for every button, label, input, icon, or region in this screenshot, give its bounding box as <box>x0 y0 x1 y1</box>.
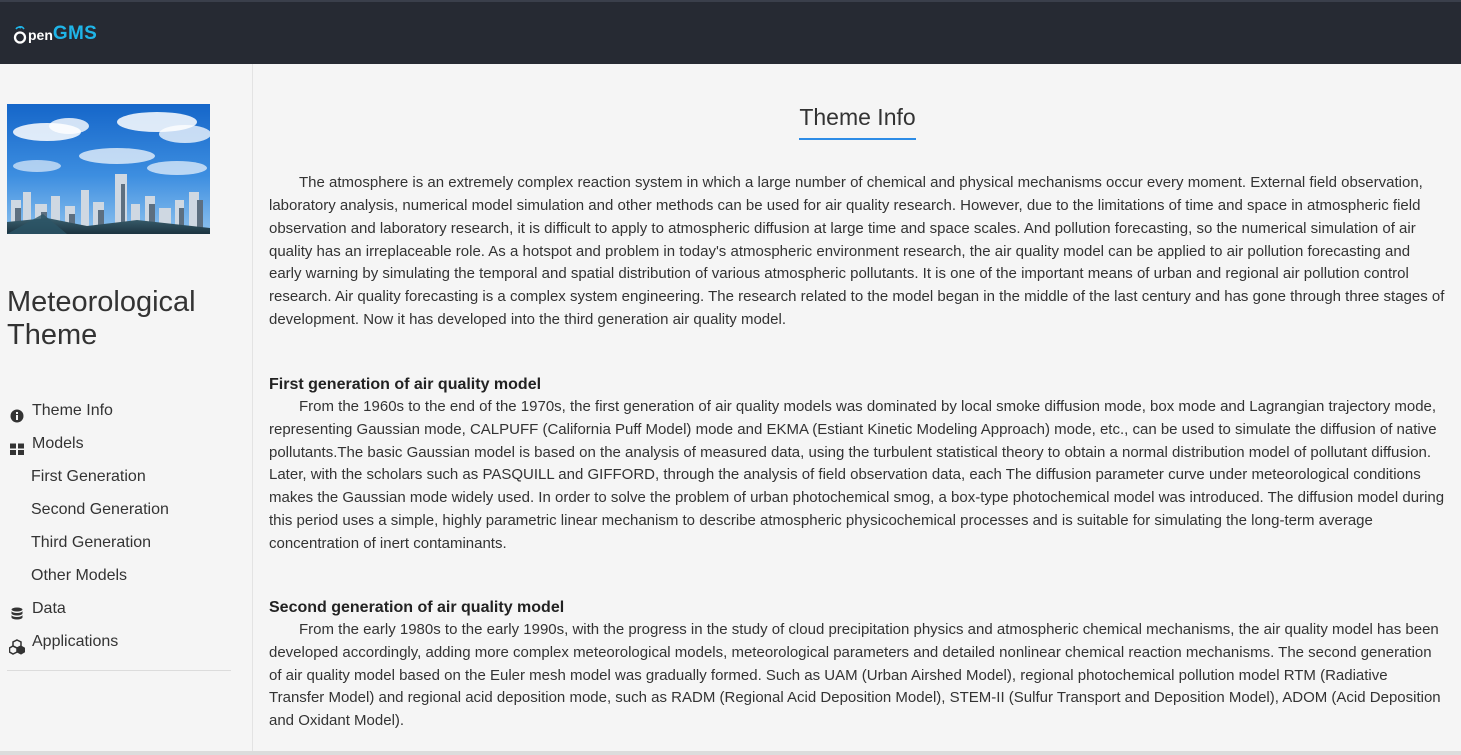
sidebar-item-applications[interactable]: Applications <box>0 625 253 658</box>
sidebar-item-third-generation[interactable]: Third Generation <box>0 526 253 559</box>
sidebar-item-label: Data <box>32 600 66 617</box>
cubes-icon <box>8 634 25 655</box>
sidebar: Meteorological Theme Theme Info Models F… <box>0 64 253 755</box>
sidebar-divider <box>7 670 231 671</box>
theme-cover-image <box>7 104 210 234</box>
section-body-first-generation: From the 1960s to the end of the 1970s, … <box>269 397 1445 552</box>
sidebar-item-second-generation[interactable]: Second Generation <box>0 493 253 526</box>
page-title: Theme Info <box>799 102 916 140</box>
database-icon <box>9 601 25 620</box>
sidebar-item-label: Third Generation <box>31 534 152 551</box>
info-circle-icon <box>9 403 25 423</box>
section-heading-second-generation: Second generation of air quality model <box>269 598 565 616</box>
sidebar-item-models[interactable]: Models <box>0 427 253 460</box>
section-body-second-generation: From the early 1980s to the early 1990s,… <box>269 620 1441 730</box>
sidebar-item-label: First Generation <box>31 468 146 485</box>
theme-title: Meteorological Theme <box>7 286 196 352</box>
top-navbar: pen GMS <box>0 0 1461 64</box>
sidebar-item-first-generation[interactable]: First Generation <box>0 460 253 493</box>
sidebar-item-data[interactable]: Data <box>0 592 253 625</box>
sidebar-item-label: Second Generation <box>31 501 169 518</box>
window-bottom-edge <box>0 751 1461 755</box>
sidebar-item-label: Theme Info <box>32 402 113 419</box>
opengms-logo[interactable]: pen GMS <box>13 24 97 44</box>
logo-pen-text: pen <box>28 27 53 43</box>
logo-o-mark <box>13 26 27 44</box>
page-title-wrap: Theme Info <box>254 102 1461 140</box>
sidebar-nav: Theme Info Models First Generation Secon… <box>0 394 253 658</box>
logo-gms-text: GMS <box>52 23 98 44</box>
section-heading-first-generation: First generation of air quality model <box>269 375 542 393</box>
sidebar-item-theme-info[interactable]: Theme Info <box>0 394 253 427</box>
sidebar-item-label: Other Models <box>31 567 128 584</box>
sidebar-item-label: Applications <box>32 633 119 650</box>
article-body: The atmosphere is an extremely complex r… <box>269 172 1446 733</box>
intro-paragraph: The atmosphere is an extremely complex r… <box>269 174 1445 329</box>
main-content[interactable]: Theme Info The atmosphere is an extremel… <box>254 64 1461 755</box>
sidebar-item-other-models[interactable]: Other Models <box>0 559 253 592</box>
grid-icon <box>9 436 25 455</box>
sidebar-item-label: Models <box>32 435 84 452</box>
